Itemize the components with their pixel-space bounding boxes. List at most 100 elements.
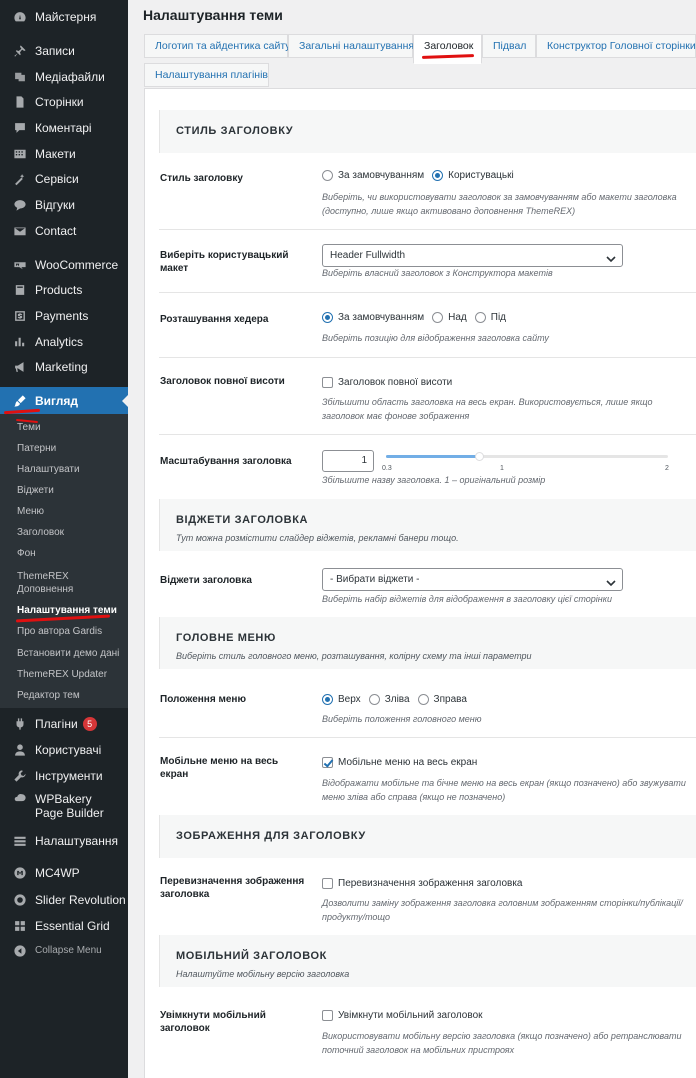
radio-option-default[interactable]: За замовчуванням — [322, 170, 424, 181]
menu-item-products[interactable]: Products — [0, 281, 128, 299]
menu-item-analytics[interactable]: Analytics — [0, 333, 128, 351]
field-label-header-position: Розташування хедера — [160, 314, 269, 325]
submenu-item-themerex-updater[interactable]: ThemeREX Updater — [17, 668, 107, 681]
tab-general-settings[interactable]: Загальні налаштування — [288, 34, 414, 58]
menu-item-pages[interactable]: Сторінки — [0, 93, 128, 111]
testimonial-icon — [13, 198, 27, 212]
submenu-item-customize[interactable]: Налаштувати — [17, 463, 80, 476]
field-label-fullheight: Заголовок повної висоти — [160, 376, 285, 387]
submenu-item-patterns[interactable]: Патерни — [17, 442, 56, 455]
radio-option-below[interactable]: Під — [474, 312, 506, 323]
menu-item-payments[interactable]: Payments — [0, 307, 128, 325]
payments-icon — [13, 309, 27, 323]
menu-label: Contact — [35, 224, 77, 238]
divider — [159, 357, 696, 358]
radio-option-right[interactable]: Зправа — [417, 694, 467, 705]
tab-plugin-settings[interactable]: Налаштування плагінів — [144, 63, 269, 87]
submenu-item-header[interactable]: Заголовок — [17, 526, 64, 539]
checkbox[interactable] — [322, 377, 333, 388]
menu-item-wpbakery[interactable]: WPBakery Page Builder — [0, 792, 128, 822]
products-icon — [13, 283, 27, 297]
menu-item-testimonials[interactable]: Відгуки — [0, 196, 128, 214]
checkbox[interactable] — [322, 1010, 333, 1021]
menu-item-users[interactable]: Користувачі — [0, 741, 128, 759]
field-desc-mobile-enable: Використовувати мобільну версію заголовк… — [322, 1031, 682, 1055]
chevron-down-icon — [606, 251, 616, 263]
slider-max-label: 2 — [665, 465, 669, 472]
section-header-mobile: МОБІЛЬНИЙ ЗАГОЛОВОК Налаштуйте мобільну … — [159, 935, 696, 987]
menu-item-settings[interactable]: Налаштування — [0, 832, 128, 850]
checkbox[interactable] — [322, 878, 333, 889]
wpbakery-icon — [13, 792, 27, 806]
menu-label: Коментарі — [35, 121, 92, 135]
menu-item-comments[interactable]: Коментарі — [0, 119, 128, 137]
radio-button-selected[interactable] — [432, 170, 444, 181]
tools-wand-icon — [13, 172, 27, 186]
submenu-item-menus[interactable]: Меню — [17, 505, 44, 518]
mobile-enable-checkbox[interactable]: Увімкнути мобільний заголовок — [322, 1010, 483, 1021]
section-title: МОБІЛЬНИЙ ЗАГОЛОВОК — [176, 950, 327, 962]
image-override-checkbox[interactable]: Перевизначення зображення заголовка — [322, 878, 523, 889]
radio-option-default[interactable]: За замовчуванням — [322, 312, 424, 323]
submenu-item-theme-editor[interactable]: Редактор тем — [17, 689, 80, 702]
tab-header[interactable]: Заголовок — [413, 34, 482, 64]
slider-handle[interactable] — [474, 452, 484, 461]
slider-revolution-icon — [13, 893, 27, 907]
checkbox-checked[interactable] — [322, 757, 333, 768]
menu-label: Майстерня — [35, 10, 97, 24]
radio-button-selected[interactable] — [322, 694, 333, 705]
menu-item-woocommerce[interactable]: WooCommerce — [0, 256, 128, 274]
menu-label: Slider Revolution — [35, 893, 126, 907]
submenu-item-themerex-addons[interactable]: ThemeREX Доповнення — [17, 570, 97, 596]
radio-button-selected[interactable] — [322, 312, 333, 323]
fullheight-checkbox[interactable]: Заголовок повної висоти — [322, 377, 452, 388]
options-panel: СТИЛЬ ЗАГОЛОВКУ Стиль заголовку За замов… — [144, 88, 696, 1078]
tab-footer[interactable]: Підвал — [482, 34, 536, 58]
header-widgets-select[interactable]: - Вибрати віджети - — [322, 568, 623, 591]
appearance-submenu: Теми Патерни Налаштувати Віджети Меню За… — [0, 414, 128, 708]
radio-button[interactable] — [474, 312, 486, 323]
divider — [159, 292, 696, 293]
radio-option-custom[interactable]: Користувацькі — [432, 170, 514, 181]
tab-homepage-builder[interactable]: Конструктор Головної сторінки — [536, 34, 696, 58]
collapse-menu-button[interactable]: Collapse Menu — [0, 942, 128, 960]
menu-item-tools[interactable]: Інструменти — [0, 767, 128, 785]
menu-item-services[interactable]: Сервіси — [0, 170, 128, 188]
menu-item-mc4wp[interactable]: MC4WP — [0, 864, 128, 882]
submenu-item-widgets[interactable]: Віджети — [17, 484, 54, 497]
field-label-mobile-fullscreen: Мобільне меню на весь екран — [160, 756, 279, 780]
slider-min-label: 0.3 — [382, 465, 392, 472]
field-desc-fullheight: Збільшити область заголовка на весь екра… — [322, 397, 653, 421]
radio-option-left[interactable]: Зліва — [368, 694, 410, 705]
menu-item-dashboard[interactable]: Майстерня — [0, 8, 128, 26]
menu-item-layouts[interactable]: Макети — [0, 145, 128, 163]
zoom-input[interactable]: 1 — [322, 450, 374, 472]
radio-button[interactable] — [417, 694, 429, 705]
submenu-item-about-author[interactable]: Про автора Gardis — [17, 625, 102, 638]
admin-sidebar: Майстерня Записи Медіафайли Сторінки Ком… — [0, 0, 128, 1078]
menu-item-plugins[interactable]: Плагіни 5 — [0, 715, 128, 733]
menu-item-slider-revolution[interactable]: Slider Revolution — [0, 891, 128, 909]
field-desc-custom-layout: Виберіть власний заголовок з Конструктор… — [322, 268, 553, 278]
menu-item-media[interactable]: Медіафайли — [0, 68, 128, 86]
submenu-item-demo-data[interactable]: Встановити демо дані — [17, 647, 119, 660]
menu-label: Сервіси — [35, 172, 79, 186]
menu-label: Payments — [35, 309, 89, 323]
radio-option-top[interactable]: Верх — [322, 694, 361, 705]
menu-item-posts[interactable]: Записи — [0, 42, 128, 60]
page-title: Налаштування теми — [143, 7, 283, 23]
radio-button[interactable] — [322, 170, 333, 181]
custom-layout-select[interactable]: Header Fullwidth — [322, 244, 623, 267]
menu-item-contact[interactable]: Contact — [0, 222, 128, 240]
submenu-item-background[interactable]: Фон — [17, 547, 36, 560]
tab-logo-identity[interactable]: Логотип та айдентика сайту — [144, 34, 291, 58]
menu-item-marketing[interactable]: Marketing — [0, 358, 128, 376]
mobile-fullscreen-checkbox[interactable]: Мобільне меню на весь екран — [322, 757, 477, 768]
radio-button[interactable] — [368, 694, 380, 705]
radio-option-above[interactable]: Над — [432, 312, 467, 323]
zoom-slider[interactable] — [386, 452, 668, 461]
field-desc-header-style: Виберіть, чи використовувати заголовок з… — [322, 192, 677, 216]
menu-item-essential-grid[interactable]: Essential Grid — [0, 917, 128, 935]
menu-label: Записи — [35, 44, 75, 58]
radio-button[interactable] — [432, 312, 444, 323]
